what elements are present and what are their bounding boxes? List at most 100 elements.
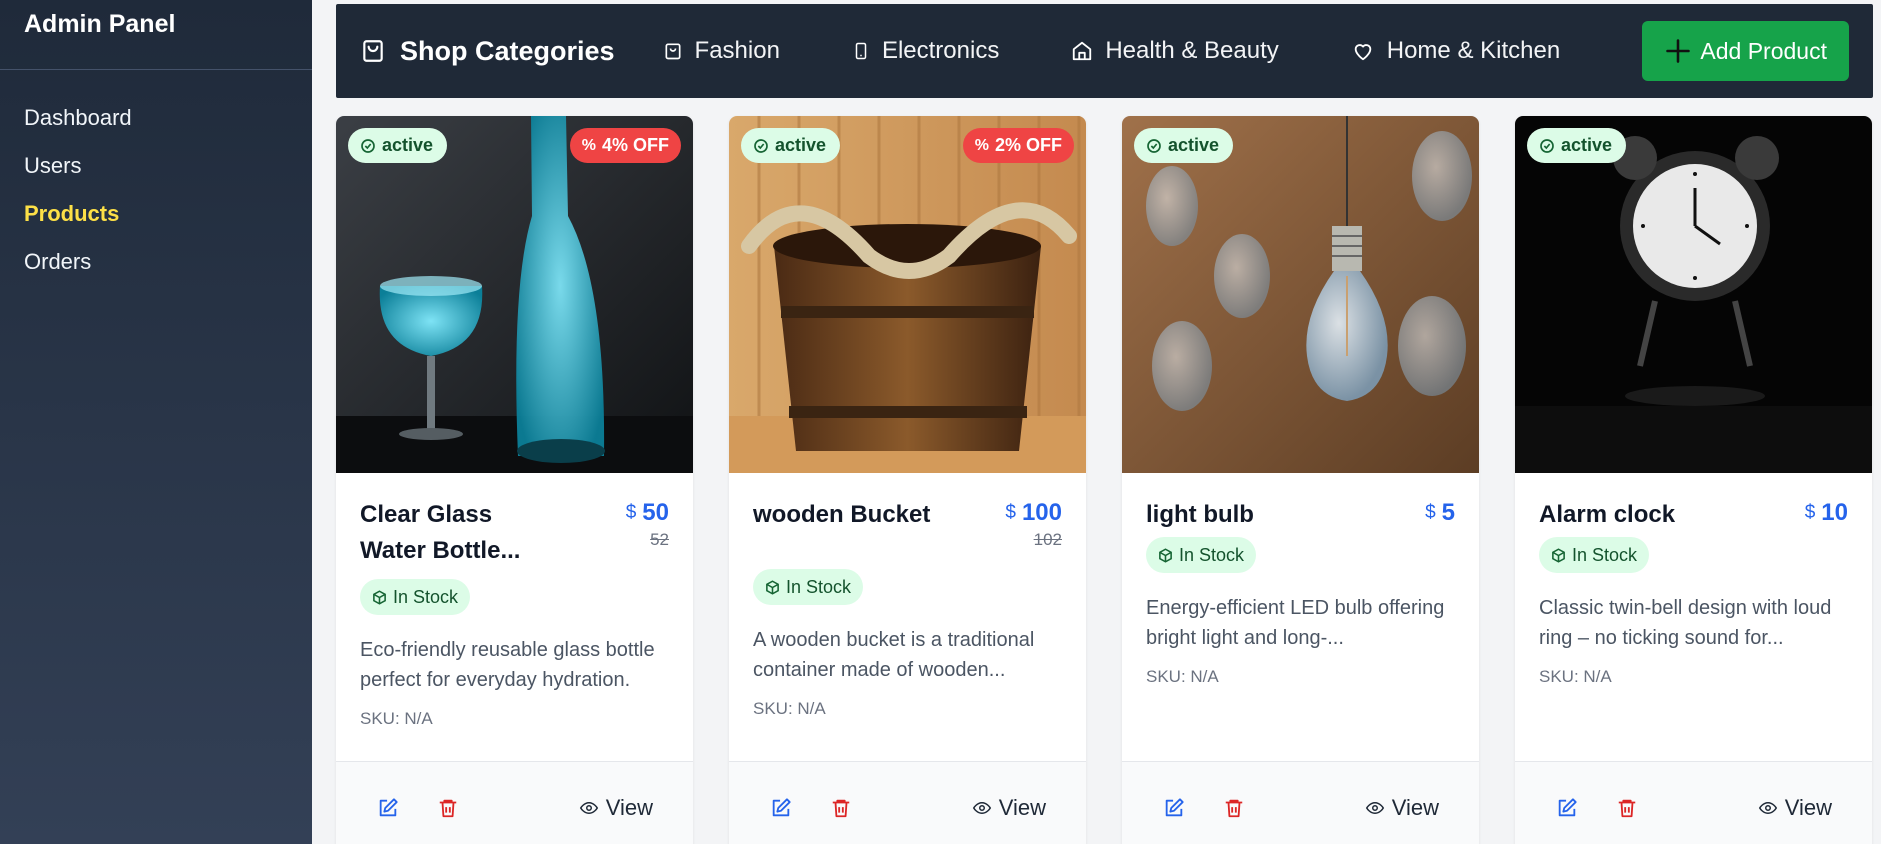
product-card: active Alarm clock $10 In Stock Classic — [1515, 116, 1872, 844]
price-value: 100 — [1021, 499, 1062, 526]
original-price: 102 — [1033, 530, 1062, 549]
price-box: $5 — [1425, 497, 1455, 529]
eye-icon — [1758, 801, 1777, 815]
product-body: light bulb $5 In Stock Energy-efficient … — [1122, 473, 1479, 761]
trash-icon — [439, 799, 457, 818]
product-description: A wooden bucket is a traditional contain… — [753, 629, 1035, 681]
discount-label: 2% OFF — [994, 135, 1062, 155]
box-icon — [766, 579, 779, 595]
delete-button[interactable] — [432, 792, 464, 824]
product-body: Alarm clock $10 In Stock Classic twin-be… — [1515, 473, 1872, 761]
delete-button[interactable] — [1218, 792, 1250, 824]
add-product-button[interactable]: Add Product — [1642, 21, 1849, 81]
original-price: 52 — [650, 530, 669, 549]
box-icon — [1552, 547, 1565, 563]
percent-icon: % — [581, 136, 596, 154]
product-card: active % 2% OFF wooden Bucket $100 102 I… — [729, 116, 1086, 844]
product-card: active % 4% OFF Clear Glass Water Bottle… — [336, 116, 693, 844]
box-icon — [1159, 547, 1172, 563]
percent-icon: % — [974, 136, 989, 154]
product-image-glass-bottle: active % 4% OFF — [336, 116, 693, 473]
status-badge: active — [1527, 128, 1627, 163]
status-badge: active — [348, 128, 448, 163]
view-button[interactable]: View — [1757, 792, 1832, 824]
product-header: Clear Glass Water Bottle... $50 52 — [360, 497, 669, 569]
product-price: $100 — [1005, 497, 1062, 529]
stock-badge: In Stock — [1146, 537, 1257, 573]
product-sku: SKU: N/A — [1539, 667, 1612, 686]
sidebar-item-dashboard[interactable]: Dashboard — [0, 94, 312, 142]
edit-button[interactable] — [1158, 792, 1190, 824]
sidebar-title: Admin Panel — [0, 0, 312, 70]
product-price: $10 — [1805, 497, 1848, 529]
currency-symbol: $ — [625, 502, 637, 523]
price-value: 5 — [1441, 499, 1455, 526]
product-sku: SKU: N/A — [753, 699, 826, 718]
home-icon — [1073, 41, 1092, 61]
price-value: 10 — [1821, 499, 1848, 526]
product-grid: active % 4% OFF Clear Glass Water Bottle… — [336, 116, 1873, 844]
heart-icon — [1354, 44, 1371, 61]
box-icon — [373, 589, 386, 605]
currency-symbol: $ — [1005, 502, 1016, 523]
category-electronics[interactable]: Electronics — [852, 37, 999, 65]
edit-icon — [772, 798, 791, 817]
view-label: View — [1391, 795, 1439, 820]
view-button[interactable]: View — [578, 792, 653, 824]
sidebar-item-orders[interactable]: Orders — [0, 238, 312, 286]
plus-icon — [1666, 39, 1691, 63]
trash-icon — [1225, 799, 1243, 818]
price-box: $100 102 — [1005, 497, 1062, 551]
check-circle-icon — [361, 138, 375, 153]
stock-badge: In Stock — [753, 569, 864, 605]
shopping-bag-icon — [363, 40, 383, 62]
phone-icon — [855, 42, 867, 60]
card-actions: View — [1122, 761, 1479, 844]
product-image-graphic — [1122, 116, 1479, 473]
view-button[interactable]: View — [971, 792, 1046, 824]
product-image-graphic — [729, 116, 1086, 473]
product-sku: SKU: N/A — [360, 709, 433, 728]
product-image-wooden-bucket: active % 2% OFF — [729, 116, 1086, 473]
category-fashion[interactable]: Fashion — [663, 37, 780, 65]
card-actions: View — [729, 761, 1086, 844]
product-body: wooden Bucket $100 102 In Stock A wooden… — [729, 473, 1086, 761]
status-label: active — [1168, 135, 1220, 155]
check-circle-icon — [754, 138, 768, 153]
delete-button[interactable] — [825, 792, 857, 824]
price-box: $10 — [1805, 497, 1848, 529]
category-bar-title-text: Shop Categories — [400, 35, 615, 66]
card-actions: View — [1515, 761, 1872, 844]
product-body: Clear Glass Water Bottle... $50 52 In St… — [336, 473, 693, 761]
product-header: Alarm clock $10 — [1539, 497, 1848, 533]
edit-button[interactable] — [372, 792, 404, 824]
sidebar-nav: Dashboard Users Products Orders — [0, 70, 312, 286]
status-label: active — [1561, 135, 1613, 155]
sidebar-item-products[interactable]: Products — [0, 190, 312, 238]
edit-icon — [1165, 798, 1184, 817]
status-label: active — [382, 135, 434, 155]
sidebar-item-users[interactable]: Users — [0, 142, 312, 190]
card-actions: View — [336, 761, 693, 844]
product-description: Energy-efficient LED bulb offering brigh… — [1146, 597, 1445, 649]
currency-symbol: $ — [1425, 502, 1436, 523]
stock-label: In Stock — [786, 576, 852, 597]
product-name: Alarm clock — [1539, 501, 1676, 528]
edit-icon — [1558, 798, 1577, 817]
check-circle-icon — [1540, 138, 1554, 153]
add-product-label: Add Product — [1700, 37, 1827, 64]
category-label: Health & Beauty — [1105, 37, 1279, 64]
edit-button[interactable] — [1551, 792, 1583, 824]
view-button[interactable]: View — [1364, 792, 1439, 824]
edit-button[interactable] — [765, 792, 797, 824]
discount-badge: % 2% OFF — [962, 128, 1074, 163]
delete-button[interactable] — [1611, 792, 1643, 824]
category-home-kitchen[interactable]: Home & Kitchen — [1351, 37, 1560, 65]
stock-label: In Stock — [393, 586, 459, 607]
category-label: Home & Kitchen — [1386, 37, 1561, 64]
stock-label: In Stock — [1572, 544, 1638, 565]
sidebar: Admin Panel Dashboard Users Products Ord… — [0, 0, 312, 844]
main-content: Shop Categories Fashion Electronics Heal… — [312, 0, 1881, 844]
category-health-beauty[interactable]: Health & Beauty — [1071, 37, 1279, 65]
discount-badge: % 4% OFF — [569, 128, 681, 163]
